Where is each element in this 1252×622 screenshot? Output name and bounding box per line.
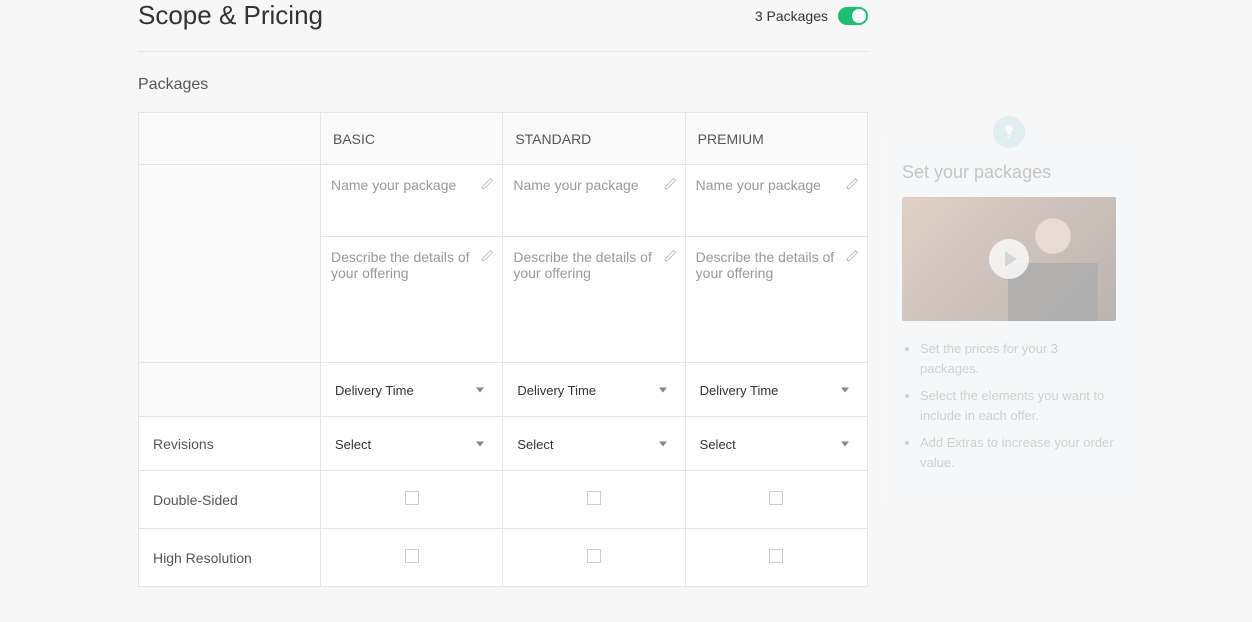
standard-double-sided-checkbox[interactable] xyxy=(587,491,601,505)
tips-title: Set your packages xyxy=(902,162,1116,183)
standard-revisions-text: Select xyxy=(517,437,553,452)
column-header-premium: PREMIUM xyxy=(685,113,867,165)
delivery-rowlabel xyxy=(139,363,321,417)
premium-describe-placeholder: Describe the details of your offering xyxy=(696,249,835,281)
caret-down-icon xyxy=(841,441,849,446)
basic-revisions-text: Select xyxy=(335,437,371,452)
pencil-icon xyxy=(845,177,859,191)
premium-double-sided-checkbox[interactable] xyxy=(769,491,783,505)
packages-table: BASIC STANDARD PREMIUM Name your package xyxy=(138,112,868,587)
premium-delivery-select[interactable]: Delivery Time xyxy=(685,363,867,417)
standard-describe-placeholder: Describe the details of your offering xyxy=(513,249,652,281)
double-sided-rowlabel: Double-Sided xyxy=(139,471,321,529)
standard-name-placeholder: Name your package xyxy=(513,177,638,193)
premium-delivery-text: Delivery Time xyxy=(700,383,779,398)
premium-revisions-text: Select xyxy=(700,437,736,452)
standard-high-resolution-checkbox[interactable] xyxy=(587,549,601,563)
caret-down-icon xyxy=(659,387,667,392)
play-icon xyxy=(989,239,1029,279)
packages-toggle-label: 3 Packages xyxy=(755,8,828,24)
table-corner-cell xyxy=(139,113,321,165)
pencil-icon xyxy=(663,177,677,191)
revisions-rowlabel: Revisions xyxy=(139,417,321,471)
standard-delivery-text: Delivery Time xyxy=(517,383,596,398)
standard-revisions-select[interactable]: Select xyxy=(503,417,685,471)
premium-name-cell[interactable]: Name your package xyxy=(685,165,867,237)
tips-video-thumbnail[interactable] xyxy=(902,197,1116,321)
standard-name-cell[interactable]: Name your package xyxy=(503,165,685,237)
pencil-icon xyxy=(480,177,494,191)
basic-describe-placeholder: Describe the details of your offering xyxy=(331,249,470,281)
caret-down-icon xyxy=(476,441,484,446)
pencil-icon xyxy=(663,249,677,263)
pencil-icon xyxy=(480,249,494,263)
pencil-icon xyxy=(845,249,859,263)
premium-name-placeholder: Name your package xyxy=(696,177,821,193)
high-resolution-rowlabel: High Resolution xyxy=(139,529,321,587)
premium-high-resolution-checkbox[interactable] xyxy=(769,549,783,563)
basic-describe-cell[interactable]: Describe the details of your offering xyxy=(321,237,503,363)
packages-toggle[interactable] xyxy=(838,7,868,25)
name-desc-rowlabel xyxy=(139,165,321,363)
caret-down-icon xyxy=(659,441,667,446)
caret-down-icon xyxy=(476,387,484,392)
lightbulb-icon xyxy=(993,116,1025,148)
premium-describe-cell[interactable]: Describe the details of your offering xyxy=(685,237,867,363)
tips-item: Add Extras to increase your order value. xyxy=(920,433,1116,472)
basic-high-resolution-checkbox[interactable] xyxy=(405,549,419,563)
basic-double-sided-checkbox[interactable] xyxy=(405,491,419,505)
packages-section-label: Packages xyxy=(138,76,868,94)
tips-item: Set the prices for your 3 packages. xyxy=(920,339,1116,378)
tips-panel: Set your packages Set the prices for you… xyxy=(884,132,1134,504)
packages-toggle-group: 3 Packages xyxy=(755,7,868,25)
basic-revisions-select[interactable]: Select xyxy=(321,417,503,471)
basic-name-placeholder: Name your package xyxy=(331,177,456,193)
basic-delivery-text: Delivery Time xyxy=(335,383,414,398)
tips-item: Select the elements you want to include … xyxy=(920,386,1116,425)
page-title: Scope & Pricing xyxy=(138,0,323,31)
caret-down-icon xyxy=(841,387,849,392)
basic-delivery-select[interactable]: Delivery Time xyxy=(321,363,503,417)
standard-describe-cell[interactable]: Describe the details of your offering xyxy=(503,237,685,363)
basic-name-cell[interactable]: Name your package xyxy=(321,165,503,237)
tips-list: Set the prices for your 3 packages. Sele… xyxy=(902,339,1116,472)
column-header-standard: STANDARD xyxy=(503,113,685,165)
column-header-basic: BASIC xyxy=(321,113,503,165)
premium-revisions-select[interactable]: Select xyxy=(685,417,867,471)
standard-delivery-select[interactable]: Delivery Time xyxy=(503,363,685,417)
